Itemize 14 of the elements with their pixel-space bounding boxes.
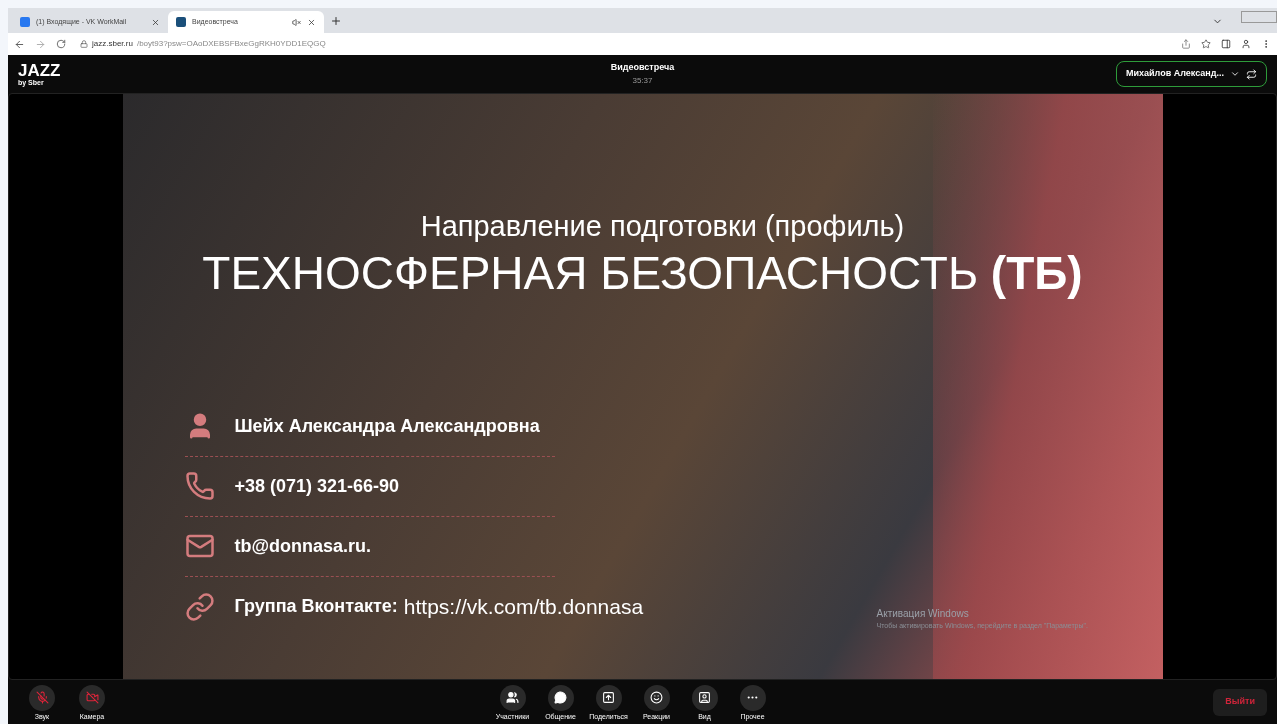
slide-subtitle: Направление подготовки (профиль) bbox=[420, 212, 905, 241]
contact-label: Группа Вконтакте: bbox=[234, 595, 398, 618]
url-path: /boyt93?psw=OAoDXEBSFBxeGgRKH0YDD1EQGQ bbox=[136, 38, 326, 50]
url-host: jazz.sber.ru bbox=[92, 38, 133, 50]
contact-text: tb@donnasa.ru. bbox=[234, 534, 372, 558]
activation-notice-title: Активация Windows bbox=[876, 607, 970, 621]
contact-text: Шейх Александра Александровна bbox=[234, 414, 540, 438]
meeting-title: Видеовстреча bbox=[610, 61, 675, 75]
jazz-logo: JAZZ bbox=[18, 62, 62, 79]
meeting-timer: 35:37 bbox=[632, 74, 653, 87]
contact-text: +38 (071) 321-66-90 bbox=[234, 474, 400, 498]
speaker-selector[interactable]: Михайлов Александ... bbox=[1116, 61, 1267, 87]
contact-text: https://vk.com/tb.donnasa bbox=[403, 593, 644, 620]
slide-title: ТЕХНОСФЕРНАЯ БЕЗОПАСНОСТЬ (ТБ) bbox=[202, 246, 1083, 301]
